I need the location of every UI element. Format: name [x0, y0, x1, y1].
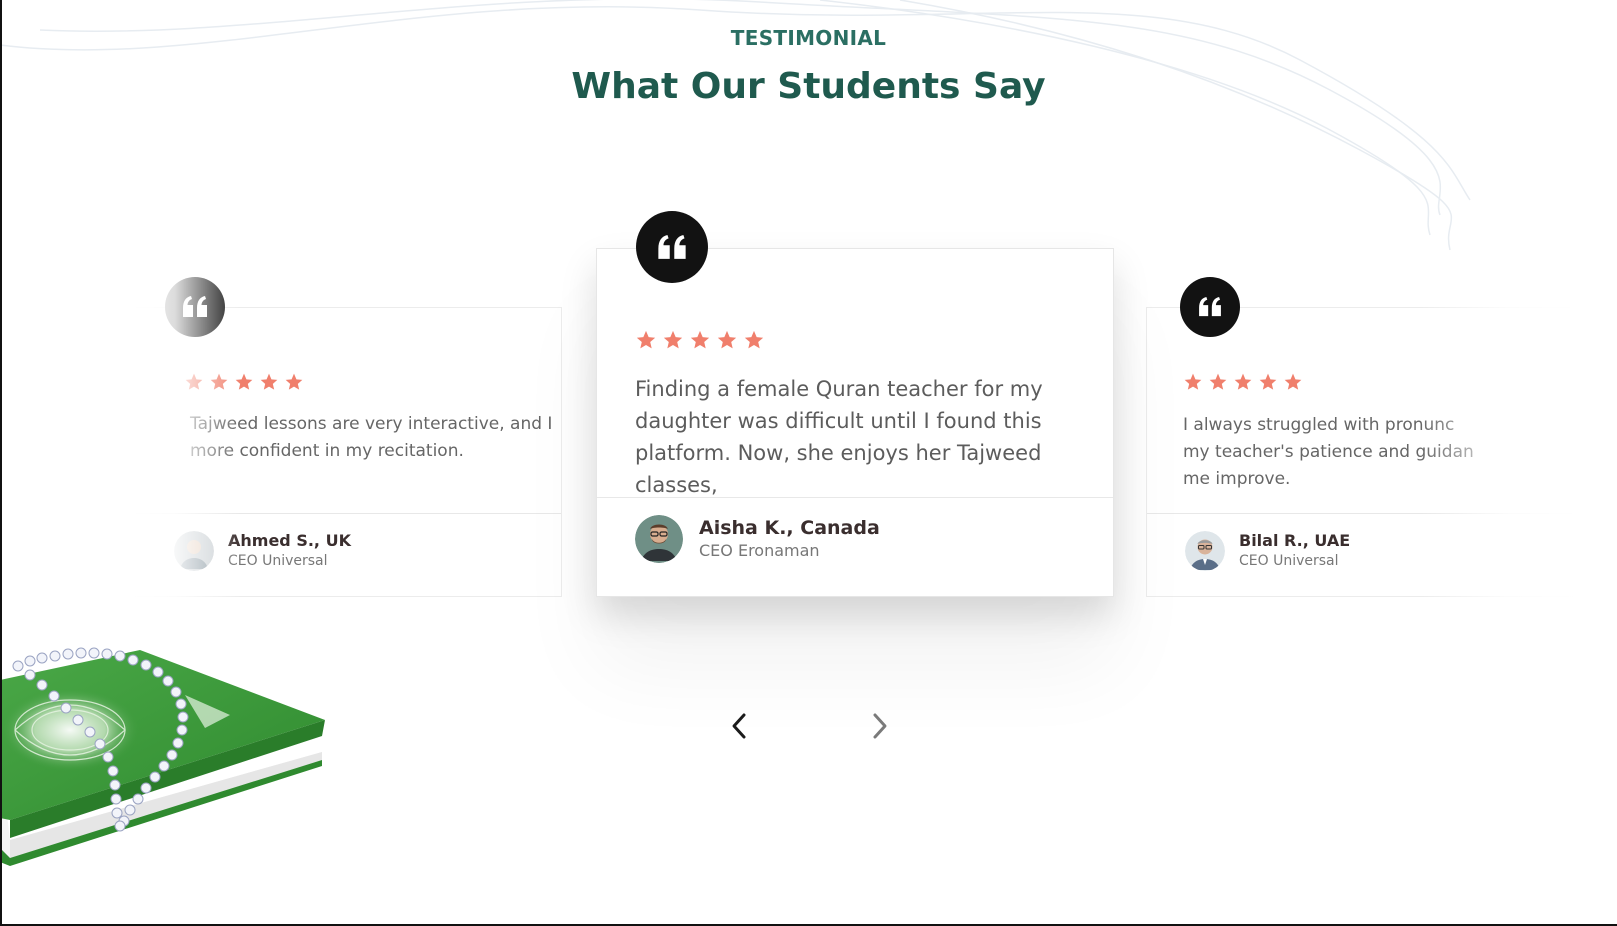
- star-icon: [260, 373, 278, 390]
- star-icon: [1209, 373, 1227, 390]
- star-icon: [1184, 373, 1202, 390]
- author-name: Bilal R., UAE: [1239, 531, 1351, 550]
- star-icon: [636, 330, 656, 349]
- star-icon: [210, 373, 228, 390]
- section-eyebrow: TESTIMONIAL: [730, 26, 887, 50]
- author-role: CEO Eronaman: [699, 541, 820, 560]
- author-name: Ahmed S., UK: [228, 531, 351, 550]
- testimonial-author: Ahmed S., UK CEO Universal: [174, 530, 351, 571]
- testimonial-author: Bilal R., UAE CEO Universal: [1185, 530, 1350, 571]
- quote-icon: [183, 296, 207, 317]
- quote-badge: [165, 277, 225, 337]
- star-rating: [184, 372, 304, 392]
- star-icon: [1259, 373, 1277, 390]
- testimonial-card-active[interactable]: Finding a female Quran teacher for my da…: [596, 248, 1114, 597]
- quote-line: me improve.: [1183, 469, 1291, 489]
- carousel-next-button[interactable]: [860, 706, 900, 746]
- chevron-left-icon: [732, 713, 746, 739]
- quote-line: platform. Now, she enjoys her Tajweed cl…: [635, 441, 1042, 497]
- testimonial-card-next[interactable]: I always struggled with pronunc my teach…: [1146, 307, 1578, 597]
- section-title: What Our Students Say: [571, 66, 1046, 107]
- avatar: [635, 515, 683, 563]
- quote-line: Finding a female Quran teacher for my: [635, 377, 1043, 401]
- star-icon: [744, 330, 764, 349]
- quote-line: more confident in my recitation.: [190, 441, 464, 461]
- author-role: CEO Universal: [228, 553, 328, 569]
- quran-book-illustration: [0, 647, 325, 866]
- quote-icon: [658, 234, 686, 259]
- star-icon: [690, 330, 710, 349]
- quote-line: my teacher's patience and guidan: [1183, 442, 1474, 462]
- avatar: [174, 530, 214, 571]
- carousel-prev-button[interactable]: [719, 706, 759, 746]
- star-icon: [285, 373, 303, 390]
- quote-badge: [636, 211, 708, 283]
- testimonial-quote: I always struggled with pronunc my teach…: [1183, 412, 1603, 493]
- star-icon: [185, 373, 203, 390]
- chevron-right-icon: [873, 713, 887, 739]
- card-divider: [132, 513, 561, 514]
- testimonial-quote: Finding a female Quran teacher for my da…: [635, 373, 1095, 501]
- card-divider: [597, 497, 1113, 498]
- quote-line: daughter was difficult until I found thi…: [635, 409, 1042, 433]
- author-name: Aisha K., Canada: [699, 517, 880, 539]
- star-rating: [635, 329, 765, 351]
- card-divider: [1147, 513, 1577, 514]
- quote-badge: [1180, 277, 1240, 337]
- author-role: CEO Universal: [1239, 553, 1339, 569]
- quote-icon: [1199, 297, 1221, 317]
- quote-line: I always struggled with pronunc: [1183, 415, 1455, 435]
- quote-line: Tajweed lessons are very interactive, an…: [190, 414, 553, 434]
- star-rating: [1183, 372, 1303, 392]
- star-icon: [235, 373, 253, 390]
- testimonial-quote: Tajweed lessons are very interactive, an…: [190, 411, 560, 465]
- star-icon: [717, 330, 737, 349]
- testimonial-card-previous[interactable]: Tajweed lessons are very interactive, an…: [131, 307, 562, 597]
- star-icon: [1284, 373, 1302, 390]
- star-icon: [1234, 373, 1252, 390]
- testimonial-author: Aisha K., Canada CEO Eronaman: [635, 515, 880, 563]
- avatar: [1185, 530, 1225, 571]
- star-icon: [663, 330, 683, 349]
